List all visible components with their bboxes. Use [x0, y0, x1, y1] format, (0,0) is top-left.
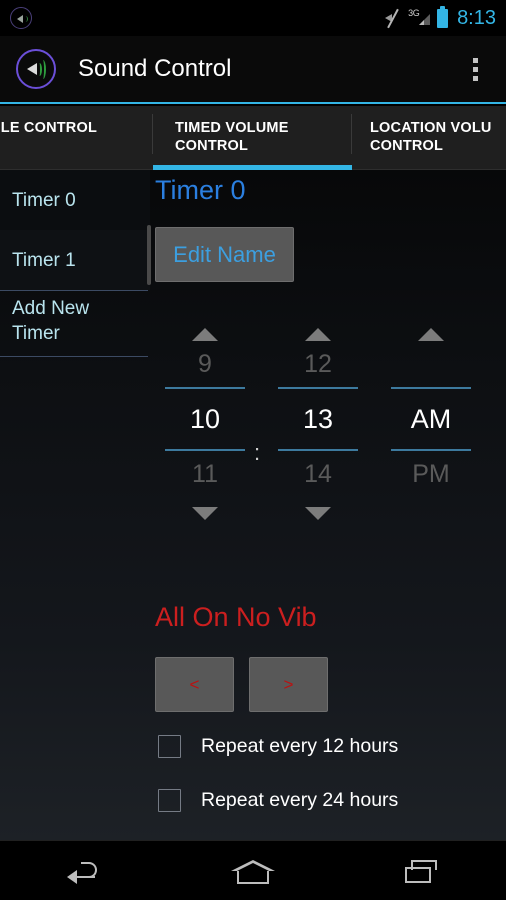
network-type-label: 3G: [408, 8, 420, 18]
time-separator-colon: :: [254, 440, 261, 465]
signal-bars-icon: 3G: [408, 8, 431, 27]
page-title: Sound Control: [78, 55, 232, 82]
status-bar: 3G 8:13: [0, 0, 506, 36]
minute-increment-arrow-icon[interactable]: [305, 328, 331, 341]
back-icon[interactable]: [49, 849, 119, 893]
repeat-12-hours-label: Repeat every 12 hours: [201, 735, 399, 757]
time-picker-hour-column: 9 10 11: [155, 320, 255, 580]
sidebar-item-label: Timer 1: [12, 249, 76, 271]
minute-next-value: 14: [304, 460, 332, 488]
minute-previous-value: 12: [304, 350, 332, 378]
meridiem-value[interactable]: AM: [411, 389, 452, 449]
action-bar: Sound Control: [0, 36, 506, 104]
volume-muted-icon: [384, 8, 401, 29]
hour-decrement-arrow-icon[interactable]: [192, 507, 218, 520]
tab-profile-control[interactable]: OFILE CONTROL: [0, 106, 153, 170]
time-picker: 9 10 11 : 12 13 14 AM PM: [150, 320, 506, 580]
edit-name-button-label: Edit Name: [173, 241, 276, 267]
tab-timed-volume-control[interactable]: TIMED VOLUME CONTROL: [153, 106, 352, 170]
tab-divider: [351, 114, 352, 154]
meridiem-next-value: PM: [412, 460, 450, 488]
meridiem-increment-arrow-icon[interactable]: [418, 328, 444, 341]
time-picker-meridiem-column: AM PM: [381, 320, 481, 580]
minute-decrement-arrow-icon[interactable]: [305, 507, 331, 520]
timer-title: Timer 0: [155, 175, 246, 205]
repeat-12-hours-row[interactable]: Repeat every 12 hours: [158, 735, 398, 758]
hour-previous-value: 9: [198, 350, 212, 378]
sidebar-item-timer-1[interactable]: Timer 1: [0, 230, 150, 290]
previous-profile-button[interactable]: <: [155, 657, 234, 712]
tab-divider: [152, 114, 153, 154]
sidebar-item-label: Add New Timer: [12, 298, 90, 344]
selected-profile-name: All On No Vib: [155, 602, 317, 632]
repeat-24-hours-label: Repeat every 24 hours: [201, 789, 399, 811]
tab-label: TIMED VOLUME CONTROL: [175, 120, 289, 154]
speaker-notification-icon: [10, 7, 32, 29]
timer-detail-panel: Timer 0 Edit Name 9 10 11 : 12 13 14 AM …: [150, 170, 506, 840]
tab-label: LOCATION VOLU CONTROL: [370, 120, 492, 154]
status-bar-left: [10, 7, 384, 29]
repeat-24-hours-checkbox[interactable]: [158, 789, 181, 812]
profile-nav-buttons: < >: [155, 657, 328, 712]
hour-increment-arrow-icon[interactable]: [192, 328, 218, 341]
minute-value[interactable]: 13: [303, 389, 333, 449]
tab-label: OFILE CONTROL: [0, 120, 98, 136]
repeat-12-hours-checkbox[interactable]: [158, 735, 181, 758]
repeat-24-hours-row[interactable]: Repeat every 24 hours: [158, 789, 398, 812]
time-picker-minute-column: 12 13 14: [268, 320, 368, 580]
battery-full-icon: [437, 5, 449, 28]
overflow-menu-icon[interactable]: [460, 47, 490, 91]
timer-list-sidebar: Timer 0 Timer 1 Add New Timer: [0, 170, 151, 840]
edit-name-button[interactable]: Edit Name: [155, 227, 294, 282]
sidebar-divider: [0, 356, 148, 357]
recents-icon[interactable]: [387, 849, 457, 893]
home-icon[interactable]: [218, 849, 288, 893]
content-area: Timer 0 Timer 1 Add New Timer Timer 0 Ed…: [0, 170, 506, 840]
next-profile-button[interactable]: >: [249, 657, 328, 712]
hour-value[interactable]: 10: [190, 389, 220, 449]
status-bar-clock: 8:13: [457, 6, 496, 29]
tab-bar: OFILE CONTROL TIMED VOLUME CONTROL LOCAT…: [0, 106, 506, 170]
status-bar-right: 3G 8:13: [384, 5, 496, 30]
sidebar-item-add-new-timer[interactable]: Add New Timer: [0, 290, 150, 356]
hour-next-value: 11: [192, 460, 218, 488]
previous-profile-label: <: [189, 674, 200, 694]
android-screen: 3G 8:13 Sound Control OFILE CONTROL TIME…: [0, 0, 506, 900]
sidebar-item-timer-0[interactable]: Timer 0: [0, 170, 150, 230]
tab-location-volume-control[interactable]: LOCATION VOLU CONTROL: [352, 106, 506, 170]
android-navigation-bar: [0, 840, 506, 900]
next-profile-label: >: [283, 674, 294, 694]
speaker-app-icon: [16, 49, 56, 89]
sidebar-item-label: Timer 0: [12, 189, 76, 211]
